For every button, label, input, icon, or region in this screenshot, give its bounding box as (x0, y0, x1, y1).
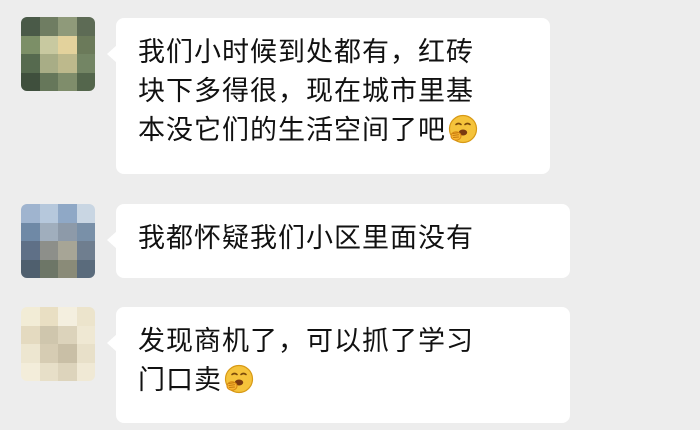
avatar-mosaic-cell (58, 307, 77, 326)
avatar-mosaic-cell (58, 204, 77, 223)
avatar-mosaic-cell (58, 241, 77, 260)
avatar-mosaic-cell (39, 344, 58, 363)
avatar-mosaic-cell (39, 241, 58, 260)
avatar-mosaic-cell (21, 325, 40, 344)
message-text-line: 我都怀疑我们小区里面没有 (138, 223, 474, 254)
avatar-mosaic-cell (21, 344, 40, 363)
avatar-mosaic-cell (39, 54, 58, 73)
message-text-line: 发现商机了，可以抓了学习 (138, 326, 474, 357)
message-text-line: 本没它们的生活空间了吧 (138, 111, 530, 150)
avatar-mosaic-cell (21, 307, 40, 326)
avatar-mosaic-cell (21, 241, 40, 260)
avatar-mosaic-cell (39, 362, 58, 381)
avatar-mosaic-cell (58, 344, 77, 363)
avatar-mosaic-cell (39, 259, 58, 278)
message-bubble[interactable]: 发现商机了，可以抓了学习 门口卖 (107, 307, 570, 423)
avatar-mosaic-cell (58, 325, 77, 344)
avatar-mosaic-cell (39, 325, 58, 344)
avatar-mosaic-cell (21, 54, 40, 73)
avatar-mosaic-cell (58, 35, 77, 54)
avatar-mosaic-cell (76, 222, 95, 241)
avatar-mosaic-cell (76, 204, 95, 223)
avatar-mosaic-cell (76, 344, 95, 363)
avatar-mosaic-cell (21, 17, 40, 36)
message-text: 门口卖 (138, 365, 222, 396)
avatar-mosaic-cell (76, 72, 95, 91)
avatar-mosaic-cell (21, 259, 40, 278)
avatar-mosaic-cell (21, 204, 40, 223)
avatar-mosaic-cell (58, 72, 77, 91)
avatar-mosaic-cell (76, 362, 95, 381)
avatar-mosaic-cell (76, 259, 95, 278)
avatar-mosaic-cell (39, 204, 58, 223)
avatar-mosaic-cell (39, 72, 58, 91)
avatar-mosaic-cell (58, 259, 77, 278)
message-text-line: 门口卖 (138, 361, 550, 400)
avatar-mosaic-cell (39, 222, 58, 241)
avatar-mosaic-cell (21, 72, 40, 91)
message-bubble[interactable]: 我都怀疑我们小区里面没有 (107, 204, 570, 278)
message-text-line: 块下多得很，现在城市里基 (138, 76, 474, 107)
avatar-mosaic-cell (39, 17, 58, 36)
avatar-mosaic-cell (76, 307, 95, 326)
message-bubble[interactable]: 我们小时候到处都有，红砖 块下多得很，现在城市里基 本没它们的生活空间了吧 (107, 18, 550, 174)
message-text: 本没它们的生活空间了吧 (138, 115, 446, 146)
avatar[interactable] (21, 204, 95, 278)
shy-laugh-emoji-icon (224, 364, 254, 394)
shy-laugh-emoji-icon (448, 114, 478, 144)
avatar-mosaic-cell (58, 54, 77, 73)
avatar-mosaic-cell (76, 17, 95, 36)
avatar[interactable] (21, 307, 95, 381)
avatar[interactable] (21, 17, 95, 91)
avatar-mosaic-cell (76, 241, 95, 260)
avatar-mosaic-cell (76, 325, 95, 344)
avatar-mosaic-cell (39, 307, 58, 326)
avatar-mosaic-cell (76, 54, 95, 73)
avatar-mosaic-cell (76, 35, 95, 54)
avatar-mosaic-cell (58, 222, 77, 241)
avatar-mosaic-cell (39, 35, 58, 54)
message-text-line: 我们小时候到处都有，红砖 (138, 37, 474, 68)
avatar-mosaic-cell (21, 222, 40, 241)
avatar-mosaic-cell (21, 362, 40, 381)
avatar-mosaic-cell (58, 362, 77, 381)
avatar-mosaic-cell (21, 35, 40, 54)
avatar-mosaic-cell (58, 17, 77, 36)
